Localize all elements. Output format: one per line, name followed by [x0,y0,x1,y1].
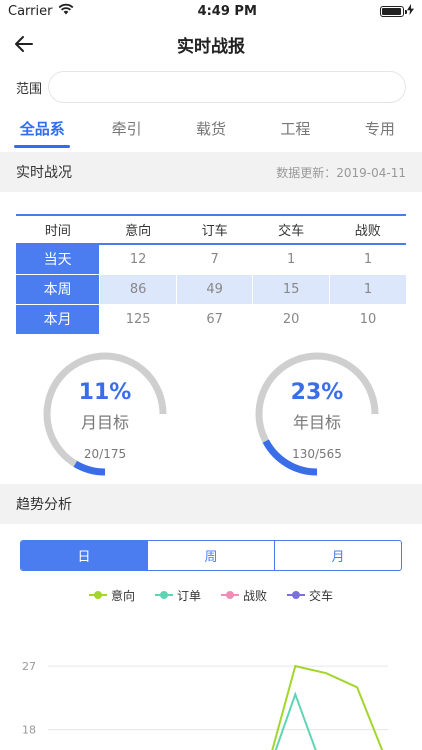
table-cell: 10 [328,303,406,334]
series-line-order [274,691,317,750]
period-week-button[interactable]: 周 [147,541,274,570]
update-timestamp: 数据更新：2019-04-11 [276,165,406,180]
monthly-percent: 11% [78,380,132,405]
tab-label: 专用 [364,119,395,138]
period-day-button[interactable]: 日 [21,541,147,570]
row-label: 本月 [16,303,100,334]
trend-title: 趋势分析 [16,497,72,513]
legend-marker [287,591,306,599]
period-label: 月 [331,550,345,565]
y-tick-label: 18 [22,724,36,737]
trend-header: 趋势分析 [0,484,422,524]
yearly-label: 年目标 [292,413,341,432]
row-label: 本周 [16,273,100,304]
category-tabs: 全品系 牵引 载货 工程 专用 [0,108,422,148]
legend-item-intent[interactable]: 意向 [88,587,135,604]
tab-all[interactable]: 全品系 [0,108,84,148]
column-header: 时间 [16,215,100,245]
stats-table-wrap: 时间 意向 订车 交车 战败 当天 12 7 1 1 本周 86 49 15 1… [0,192,422,334]
monthly-label: 月目标 [80,413,129,432]
column-header: 订车 [176,215,253,245]
table-row: 本周 86 49 15 1 [16,273,406,304]
trend-line-chart: 27 18 [22,660,388,750]
table-cell: 1 [328,243,406,274]
table-cell: 49 [175,273,253,304]
table-cell: 1 [252,243,330,274]
yearly-count: 130/565 [292,447,342,461]
yearly-target-gauge: 23% 年目标 130/565 [255,352,379,476]
yearly-percent: 23% [290,380,344,405]
realtime-title: 实时战况 [16,165,72,181]
column-header: 战败 [329,215,406,245]
battery-icon [379,5,407,17]
monthly-target-gauge: 11% 月目标 20/175 [43,352,167,476]
battery-fill [381,7,401,15]
tab-special[interactable]: 专用 [338,108,422,148]
tab-label: 工程 [280,119,311,138]
legend-item-order[interactable]: 订单 [154,587,201,604]
legend-label: 交车 [309,588,334,603]
series-line-intent [271,664,384,750]
row-label: 当天 [16,243,100,274]
period-label: 日 [77,550,91,565]
target-gauges: 11% 月目标 20/175 23% 年目标 130/565 [0,334,422,484]
table-cell: 20 [252,303,330,334]
clock: 4:49 PM [197,3,257,19]
tab-label: 全品系 [19,119,65,138]
carrier-label: Carrier [8,3,53,19]
legend-label: 意向 [110,588,135,603]
status-left: Carrier [8,3,74,19]
charging-icon [406,3,414,19]
table-cell: 1 [328,273,406,304]
y-tick-label: 27 [22,660,36,673]
table-cell: 125 [99,303,177,334]
table-cell: 12 [99,243,177,274]
legend-label: 战败 [243,588,268,603]
table-cell: 86 [99,273,177,304]
table-cell: 67 [175,303,253,334]
range-input[interactable] [48,71,406,103]
status-right [379,3,414,19]
back-arrow-icon[interactable] [12,32,36,56]
gauge-progress [73,460,106,476]
tab-tractor[interactable]: 牵引 [84,108,168,148]
column-header: 交车 [252,215,330,245]
legend-item-defeat[interactable]: 战败 [221,587,267,604]
legend-label: 订单 [176,588,201,603]
range-row: 范围 [0,66,422,108]
stats-table: 时间 意向 订车 交车 战败 当天 12 7 1 1 本周 86 49 15 1… [16,214,406,334]
table-header-row: 时间 意向 订车 交车 战败 [16,215,406,245]
period-selector: 日 周 月 [20,540,402,571]
legend-marker [88,591,107,599]
tab-label: 牵引 [111,119,142,138]
table-cell: 15 [252,273,330,304]
page-title: 实时战报 [177,36,245,57]
monthly-count: 20/175 [83,447,127,461]
legend-marker [154,591,173,599]
table-row: 当天 12 7 1 1 [16,243,406,274]
period-label: 周 [204,550,218,565]
wifi-icon [58,3,74,19]
realtime-header: 实时战况 数据更新：2019-04-11 [0,152,422,192]
legend-item-delivery[interactable]: 交车 [287,587,333,604]
legend-marker [221,591,239,599]
tab-engineering[interactable]: 工程 [253,108,337,148]
nav-bar: 实时战报 [0,22,422,66]
tab-cargo[interactable]: 载货 [169,108,253,148]
column-header: 意向 [99,215,177,245]
status-bar: Carrier 4:49 PM [0,0,422,22]
table-cell: 7 [175,243,253,274]
chart-legend: 意向 订单 战败 交车 [0,575,422,615]
tab-label: 载货 [196,119,227,138]
period-month-button[interactable]: 月 [274,541,401,570]
table-row: 本月 125 67 20 10 [16,303,406,334]
range-label: 范围 [16,81,43,97]
